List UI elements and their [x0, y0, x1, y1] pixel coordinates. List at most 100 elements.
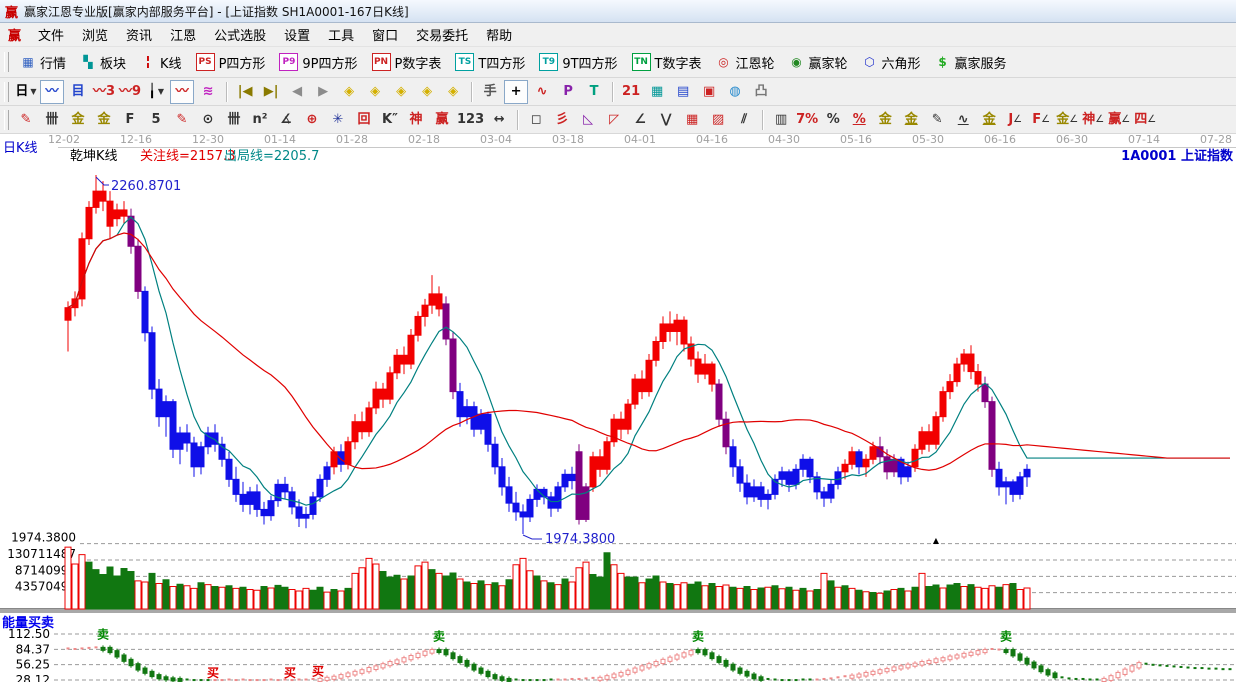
gold-circle-button[interactable]: 金: [873, 108, 897, 132]
n-square-button[interactable]: n²: [248, 108, 272, 132]
ying-angle-button[interactable]: 赢∠: [1107, 108, 1131, 132]
shift-right-button[interactable]: ◈: [363, 80, 387, 104]
pan-hand-button[interactable]: 手: [478, 80, 502, 104]
wave-line-button[interactable]: ∿: [951, 108, 975, 132]
9t-square-button[interactable]: T99T四方形: [532, 51, 624, 74]
percent-button[interactable]: %: [821, 108, 845, 132]
menu-item-7[interactable]: 窗口: [363, 23, 407, 46]
gold-grid2-button[interactable]: 金: [92, 108, 116, 132]
grid-diag-button[interactable]: ▨: [706, 108, 730, 132]
wave-9-button[interactable]: 〰9: [118, 80, 142, 104]
p-square-button[interactable]: PSP四方形: [189, 51, 273, 74]
fan-angle-button[interactable]: ∡: [274, 108, 298, 132]
ruler-123-button[interactable]: 123: [456, 108, 485, 132]
t-square-button[interactable]: TST四方形: [448, 51, 532, 74]
zone-tool-button[interactable]: 〰: [40, 80, 64, 104]
wave-3-button[interactable]: 〰3: [92, 80, 116, 104]
j-angle-button[interactable]: J∠: [1003, 108, 1027, 132]
width-measure-button[interactable]: ↔: [487, 108, 511, 132]
gold-angle-button[interactable]: 金∠: [1055, 108, 1079, 132]
triangle-marker-icon: ▲: [933, 536, 940, 545]
si-angle-button[interactable]: 四∠: [1133, 108, 1157, 132]
f-angle-button[interactable]: F∠: [1029, 108, 1053, 132]
menu-item-5[interactable]: 设置: [275, 23, 319, 46]
f-grid-icon: F: [126, 113, 135, 126]
gann-wheel-button[interactable]: ◎江恩轮: [709, 51, 782, 74]
t-shape-tool-button[interactable]: T: [582, 80, 606, 104]
menu-item-0[interactable]: 文件: [29, 23, 73, 46]
angle-lines-button[interactable]: ∠: [628, 108, 652, 132]
t-number-table-button[interactable]: TNT数字表: [625, 51, 709, 74]
candle-type-button[interactable]: ╽▼: [144, 80, 168, 104]
info-panel-button[interactable]: 目: [66, 80, 90, 104]
energy-dot: [585, 677, 588, 679]
market-quotes-button[interactable]: ▦行情: [13, 51, 73, 74]
menu-item-9[interactable]: 帮助: [477, 23, 521, 46]
pen-tool-button[interactable]: ✎: [925, 108, 949, 132]
gann-fan-button[interactable]: 彡: [550, 108, 574, 132]
next-page-button[interactable]: ▶: [311, 80, 335, 104]
f-grid-button[interactable]: F: [118, 108, 142, 132]
export-button[interactable]: ◍: [723, 80, 747, 104]
winner-wheel-button[interactable]: ◉赢家轮: [782, 51, 855, 74]
qiankun-kline-button[interactable]: 〰: [170, 80, 194, 104]
star-grid-button[interactable]: ✳: [326, 108, 350, 132]
save-button[interactable]: ▣: [697, 80, 721, 104]
v-lines-button[interactable]: ⋁: [654, 108, 678, 132]
ruler-grid-button[interactable]: 卌: [222, 108, 246, 132]
crosshair-button[interactable]: +: [504, 80, 528, 104]
volume-profile-button[interactable]: ≋: [196, 80, 220, 104]
square-spiral-button[interactable]: 回: [352, 108, 376, 132]
percent-retrace-button[interactable]: %: [847, 108, 871, 132]
zoom-in-bars-button[interactable]: ◈: [415, 80, 439, 104]
kline-button[interactable]: ╏K线: [133, 51, 189, 74]
k-mark-button[interactable]: K″: [378, 108, 402, 132]
angle-measure-button[interactable]: ∿: [530, 80, 554, 104]
print-button[interactable]: 凸: [749, 80, 773, 104]
first-page-button[interactable]: |◀: [233, 80, 257, 104]
parallel-lines-button[interactable]: ⫽: [732, 108, 756, 132]
calendar-button[interactable]: 21: [619, 80, 643, 104]
percent-line-button[interactable]: 7%: [795, 108, 819, 132]
circle-grid-button[interactable]: ⊙: [196, 108, 220, 132]
fan-box-button[interactable]: ◺: [576, 108, 600, 132]
shen-angle-button[interactable]: 神∠: [1081, 108, 1105, 132]
fan-box-fill-button[interactable]: ◸: [602, 108, 626, 132]
five-grid-button[interactable]: 5: [144, 108, 168, 132]
menu-item-4[interactable]: 公式选股: [205, 23, 275, 46]
9p-square-button[interactable]: P99P四方形: [272, 51, 364, 74]
volume-bar: [156, 584, 162, 609]
menu-item-1[interactable]: 浏览: [73, 23, 117, 46]
volume-bar: [373, 564, 379, 609]
menu-item-3[interactable]: 江恩: [161, 23, 205, 46]
gold-grid-button[interactable]: 金: [66, 108, 90, 132]
grid-fill-button[interactable]: ▦: [680, 108, 704, 132]
p-shape-tool-button[interactable]: P: [556, 80, 580, 104]
brush-tool-button[interactable]: ✎: [14, 108, 38, 132]
sectors-button[interactable]: ▚板块: [73, 51, 133, 74]
price-bars-button[interactable]: ▥: [769, 108, 793, 132]
gann-circle-button[interactable]: ⊕: [300, 108, 324, 132]
hexagon-button[interactable]: ⬡六角形: [855, 51, 928, 74]
ying-grid-button[interactable]: 赢: [430, 108, 454, 132]
brush2-tool-button[interactable]: ✎: [170, 108, 194, 132]
calculator-button[interactable]: ▦: [645, 80, 669, 104]
volume-bar: [905, 591, 911, 609]
notes-button[interactable]: ▤: [671, 80, 695, 104]
p-number-table-button[interactable]: PNP数字表: [365, 51, 449, 74]
zoom-out-bars-button[interactable]: ◈: [441, 80, 465, 104]
prev-page-button[interactable]: ◀: [285, 80, 309, 104]
gold-underline-button[interactable]: 金: [977, 108, 1001, 132]
menu-item-2[interactable]: 资讯: [117, 23, 161, 46]
shen-grid-button[interactable]: 神: [404, 108, 428, 132]
grid-tool-button[interactable]: 卌: [40, 108, 64, 132]
period-day-button[interactable]: 日▼: [14, 80, 38, 104]
menu-item-6[interactable]: 工具: [319, 23, 363, 46]
shift-left-button[interactable]: ◈: [337, 80, 361, 104]
box-tool-button[interactable]: ◻: [524, 108, 548, 132]
expand-bars-button[interactable]: ◈: [389, 80, 413, 104]
last-page-button[interactable]: ▶|: [259, 80, 283, 104]
menu-item-8[interactable]: 交易委托: [407, 23, 477, 46]
winner-service-button[interactable]: $赢家服务: [928, 51, 1014, 74]
gold-line-button[interactable]: 金: [899, 108, 923, 132]
